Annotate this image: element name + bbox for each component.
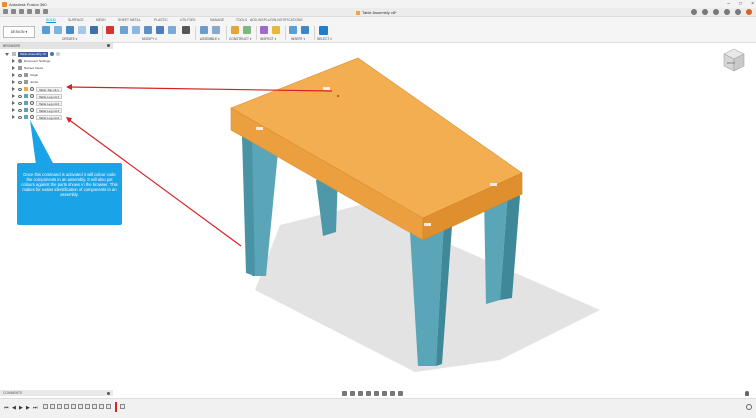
step-forward-icon[interactable]: ▶	[26, 405, 30, 411]
play-icon[interactable]: ▶	[19, 405, 23, 411]
callout-text: Once this command is activated it will c…	[21, 172, 118, 197]
viewcube[interactable]: FRONT	[722, 46, 746, 74]
zoom-icon[interactable]	[366, 390, 371, 396]
annotation-callout: Once this command is activated it will c…	[17, 163, 122, 225]
add-comment-icon[interactable]	[107, 391, 110, 395]
timeline-feature[interactable]	[57, 404, 62, 409]
timeline-feature[interactable]	[92, 404, 97, 409]
fit-icon[interactable]	[374, 390, 379, 396]
timeline-feature[interactable]	[120, 404, 125, 409]
orbit-icon[interactable]	[342, 390, 347, 396]
arrowhead	[66, 84, 72, 90]
component-tag	[323, 87, 330, 90]
pan-icon[interactable]	[358, 390, 363, 396]
timeline-feature[interactable]	[99, 404, 104, 409]
timeline-feature[interactable]	[50, 404, 55, 409]
timeline-feature[interactable]	[43, 404, 48, 409]
viewcube-front-label: FRONT	[727, 62, 736, 65]
callout-pointer	[30, 120, 54, 165]
component-tag	[256, 127, 263, 130]
go-to-start-icon[interactable]: ⏮	[4, 405, 9, 411]
grid-settings-icon[interactable]	[390, 390, 395, 396]
timeline-feature[interactable]	[106, 404, 111, 409]
timeline-feature[interactable]	[71, 404, 76, 409]
fusion-360-window: Autodesk Fusion 360 – □ × Table Assembly…	[0, 0, 756, 418]
timeline-feature[interactable]	[85, 404, 90, 409]
step-back-icon[interactable]: ◀	[12, 405, 16, 411]
display-settings-icon[interactable]	[382, 390, 387, 396]
go-to-end-icon[interactable]: ⏭	[33, 405, 38, 411]
navigation-bar	[342, 389, 403, 397]
arrowhead	[66, 117, 72, 123]
origin-marker	[337, 95, 339, 97]
viewports-icon[interactable]	[398, 390, 403, 396]
lightbulb-icon[interactable]	[745, 391, 749, 396]
look-at-icon[interactable]	[350, 390, 355, 396]
comments-label: COMMENTS	[3, 391, 23, 395]
timeline: ⏮ ◀ ▶ ▶ ⏭	[0, 398, 756, 418]
component-tag	[424, 223, 431, 226]
timeline-settings-gear-icon[interactable]	[746, 404, 752, 410]
comments-panel[interactable]: COMMENTS	[0, 390, 113, 396]
timeline-feature[interactable]	[78, 404, 83, 409]
timeline-marker[interactable]	[115, 402, 117, 412]
component-tag	[490, 183, 497, 186]
timeline-feature[interactable]	[64, 404, 69, 409]
